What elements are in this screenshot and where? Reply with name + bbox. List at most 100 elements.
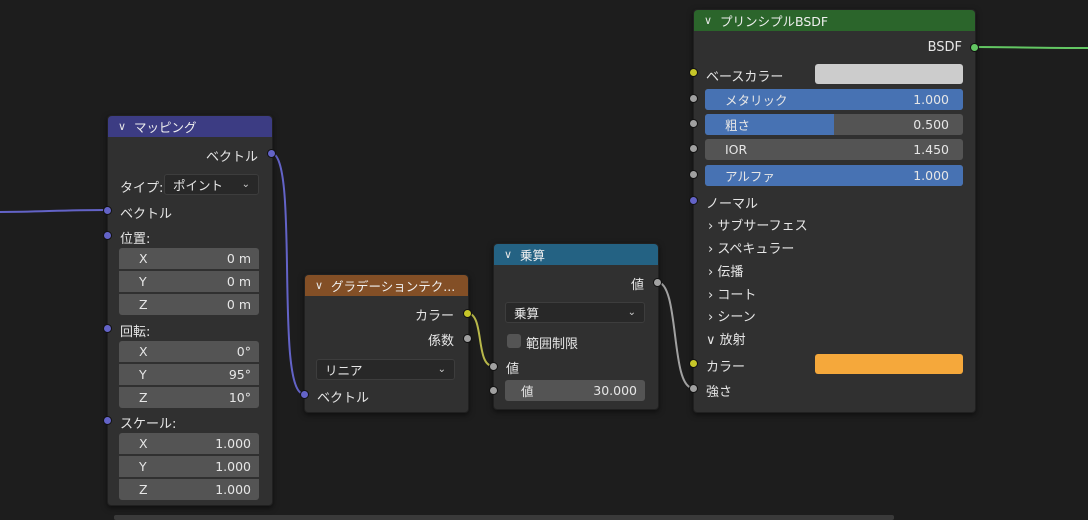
- axis-label: Y: [139, 367, 147, 382]
- mapping-type-value: ポイント: [173, 178, 224, 193]
- roughness-slider[interactable]: 粗さ 0.500: [705, 114, 963, 135]
- location-y-field[interactable]: Y 0 m: [119, 271, 259, 292]
- mapping-node[interactable]: ∨ マッピング ベクトル タイプ: ポイント ⌄ ベクトル 位置: X 0 m Y…: [107, 115, 273, 506]
- axis-value: 1.000: [215, 482, 251, 497]
- axis-value: 10°: [228, 390, 251, 405]
- mapping-type-dropdown[interactable]: ポイント ⌄: [164, 174, 259, 195]
- panel-subsurface[interactable]: › サブサーフェス: [708, 215, 808, 234]
- axis-value: 1.000: [215, 436, 251, 451]
- mapping-location-socket[interactable]: [103, 231, 112, 240]
- panel-specular[interactable]: › スペキュラー: [708, 238, 794, 257]
- bsdf-node-header[interactable]: ∨ プリンシプルBSDF: [694, 10, 975, 31]
- axis-value: 0°: [236, 344, 251, 359]
- math-value-field[interactable]: 値 30.000: [505, 380, 645, 401]
- location-x-field[interactable]: X 0 m: [119, 248, 259, 269]
- gradient-out-color-socket[interactable]: [463, 309, 472, 318]
- value-field-value: 30.000: [593, 383, 637, 398]
- axis-value: 0 m: [226, 251, 251, 266]
- value-field-label: 値: [521, 384, 534, 399]
- mapping-node-header[interactable]: ∨ マッピング: [108, 116, 272, 137]
- scale-y-field[interactable]: Y 1.000: [119, 456, 259, 477]
- rotation-z-field[interactable]: Z 10°: [119, 387, 259, 408]
- scale-x-field[interactable]: X 1.000: [119, 433, 259, 454]
- clamp-checkbox[interactable]: [507, 334, 521, 348]
- emission-color-label: カラー: [706, 360, 746, 375]
- panel-emission[interactable]: ∨ 放射: [706, 329, 746, 348]
- axis-label: X: [139, 251, 148, 266]
- chevron-down-icon[interactable]: ∨: [504, 248, 514, 261]
- math-in-value-label: 値: [506, 362, 520, 377]
- emission-strength-socket[interactable]: [689, 384, 698, 393]
- math-title: 乗算: [520, 248, 546, 263]
- panel-coat[interactable]: › コート: [708, 284, 756, 303]
- mapping-rotation-socket[interactable]: [103, 324, 112, 333]
- wire-bsdf-out: [974, 46, 1088, 49]
- axis-label: Z: [139, 297, 148, 312]
- bsdf-title: プリンシプルBSDF: [720, 14, 829, 29]
- panel-label: スペキュラー: [717, 242, 795, 257]
- location-z-field[interactable]: Z 0 m: [119, 294, 259, 315]
- emission-color-socket[interactable]: [689, 359, 698, 368]
- rotation-y-field[interactable]: Y 95°: [119, 364, 259, 385]
- math-node-header[interactable]: ∨ 乗算: [494, 244, 658, 265]
- axis-label: Z: [139, 482, 148, 497]
- gradient-in-vector-socket[interactable]: [300, 390, 309, 399]
- wire-input-to-mapping: [0, 209, 108, 213]
- gradient-type-dropdown[interactable]: リニア ⌄: [316, 359, 455, 380]
- gradient-node-header[interactable]: ∨ グラデーションテク...: [305, 275, 468, 296]
- math-operation-value: 乗算: [514, 306, 540, 321]
- axis-value: 0 m: [226, 274, 251, 289]
- bsdf-out-label: BSDF: [927, 40, 962, 55]
- clamp-label: 範囲制限: [526, 337, 579, 352]
- math-node[interactable]: ∨ 乗算 値 乗算 ⌄ 範囲制限 値 値 30.000: [493, 243, 659, 410]
- emission-color-swatch[interactable]: [815, 354, 963, 374]
- metallic-label: メタリック: [725, 93, 788, 108]
- gradient-title: グラデーションテク...: [331, 279, 456, 294]
- emission-strength-label: 強さ: [706, 385, 733, 400]
- mapping-in-vector-socket[interactable]: [103, 206, 112, 215]
- chevron-right-icon: ›: [708, 242, 714, 257]
- panel-label: コート: [717, 288, 757, 303]
- ior-socket[interactable]: [689, 144, 698, 153]
- bsdf-out-socket[interactable]: [970, 43, 979, 52]
- chevron-down-icon[interactable]: ∨: [118, 120, 128, 133]
- gradient-out-color-label: カラー: [414, 309, 454, 324]
- base-color-swatch[interactable]: [815, 64, 963, 84]
- scale-z-field[interactable]: Z 1.000: [119, 479, 259, 500]
- chevron-down-icon[interactable]: ∨: [704, 14, 714, 27]
- mapping-scale-label: スケール:: [120, 417, 177, 432]
- mapping-out-vector-socket[interactable]: [267, 149, 276, 158]
- metallic-value: 1.000: [913, 92, 949, 107]
- gradient-out-fac-socket[interactable]: [463, 334, 472, 343]
- alpha-socket[interactable]: [689, 170, 698, 179]
- math-in-value-socket[interactable]: [489, 362, 498, 371]
- roughness-socket[interactable]: [689, 119, 698, 128]
- normal-socket[interactable]: [689, 196, 698, 205]
- mapping-out-vector-label: ベクトル: [205, 150, 258, 165]
- panel-label: 放射: [719, 333, 746, 348]
- alpha-slider[interactable]: アルファ 1.000: [705, 165, 963, 186]
- normal-label: ノーマル: [706, 197, 759, 212]
- rotation-x-field[interactable]: X 0°: [119, 341, 259, 362]
- ior-value: 1.450: [913, 142, 949, 157]
- base-color-socket[interactable]: [689, 68, 698, 77]
- metallic-socket[interactable]: [689, 94, 698, 103]
- gradient-texture-node[interactable]: ∨ グラデーションテク... カラー 係数 リニア ⌄ ベクトル: [304, 274, 469, 413]
- axis-value: 1.000: [215, 459, 251, 474]
- ior-slider[interactable]: IOR 1.450: [705, 139, 963, 160]
- principled-bsdf-node[interactable]: ∨ プリンシプルBSDF BSDF ベースカラー メタリック 1.000 粗さ …: [693, 9, 976, 413]
- horizontal-scrollbar[interactable]: [114, 515, 894, 520]
- chevron-down-icon[interactable]: ∨: [315, 279, 325, 292]
- math-operation-dropdown[interactable]: 乗算 ⌄: [505, 302, 645, 323]
- math-out-value-socket[interactable]: [653, 278, 662, 287]
- panel-sheen[interactable]: › シーン: [708, 306, 756, 325]
- axis-label: X: [139, 436, 148, 451]
- mapping-scale-socket[interactable]: [103, 416, 112, 425]
- panel-transmission[interactable]: › 伝播: [708, 261, 743, 280]
- axis-label: Y: [139, 274, 147, 289]
- metallic-slider[interactable]: メタリック 1.000: [705, 89, 963, 110]
- math-out-value-label: 値: [630, 278, 644, 293]
- axis-label: Y: [139, 459, 147, 474]
- math-in-value2-socket[interactable]: [489, 386, 498, 395]
- mapping-location-label: 位置:: [120, 232, 151, 247]
